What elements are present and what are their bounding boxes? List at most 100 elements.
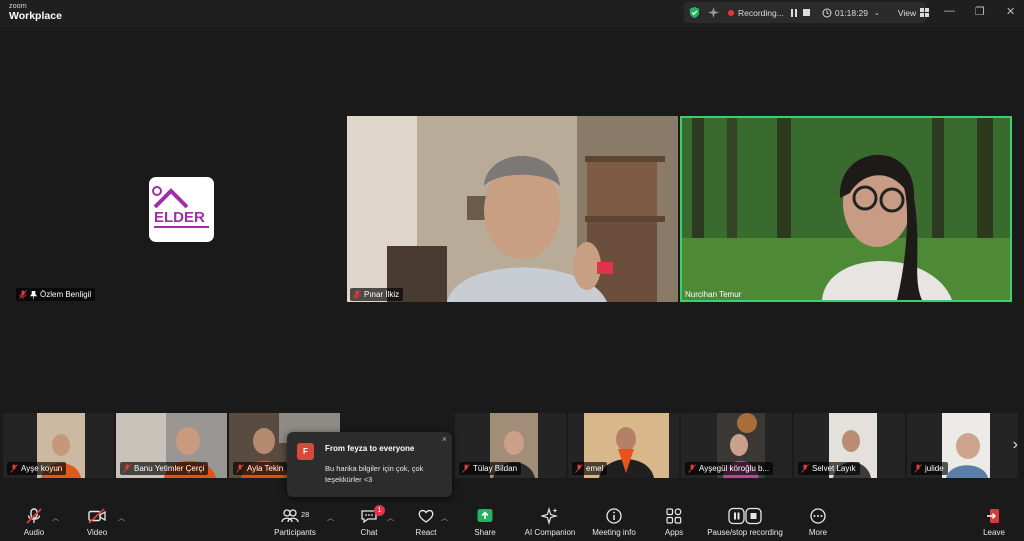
chevron-right-icon[interactable]: › (1013, 436, 1018, 454)
thumbnail-tile[interactable]: Selvet Layık (794, 413, 905, 478)
muted-mic-icon (10, 464, 18, 473)
participant-name-tag: Özlem Benligil (16, 288, 96, 301)
participant-name-tag: julide (911, 462, 948, 475)
ai-companion-label: AI Companion (524, 528, 576, 537)
pause-recording-icon[interactable] (790, 8, 798, 17)
chat-message: Bu harika bilgiler için çok, çok teşekkü… (325, 464, 424, 484)
muted-mic-icon (353, 290, 361, 299)
ai-companion-button[interactable]: AI Companion (522, 507, 578, 537)
chat-button[interactable]: 1 Chat (355, 505, 385, 537)
brand-large: Workplace (9, 10, 62, 22)
participant-logo: ELDER (149, 177, 214, 242)
audio-label: Audio (23, 528, 45, 537)
thumbnail-tile[interactable]: Ayşegül köroğlu b... (681, 413, 792, 478)
thumbnail-tile[interactable]: Banu Yetimler Çerçi (116, 413, 227, 478)
close-icon[interactable]: × (442, 434, 447, 444)
share-screen-icon (477, 509, 493, 522)
grid-view-icon[interactable] (920, 8, 930, 17)
participant-name: Nurcihan Temur (685, 290, 742, 299)
minimize-icon[interactable]: — (944, 5, 955, 17)
gallery-strip: Ayşe koyun Banu Yetimler Çerçi Ayla Teki… (0, 406, 1024, 484)
ai-sparkle-icon (541, 507, 559, 525)
leave-button[interactable]: Leave (980, 507, 1008, 537)
participant-name: Özlem Benligil (40, 290, 92, 299)
pause-stop-recording-icon (728, 507, 762, 525)
participant-name-tag: emel (572, 462, 608, 475)
sender-avatar: F (297, 443, 314, 460)
muted-mic-icon (123, 464, 131, 473)
chat-notification[interactable]: F From feyza to everyone Bu harika bilgi… (287, 432, 452, 497)
participants-button[interactable]: 28 Participants (272, 507, 318, 537)
participant-name-tag: Ayla Tekin (233, 462, 288, 475)
shield-icon[interactable] (688, 6, 701, 19)
muted-mic-icon (801, 464, 809, 473)
more-label: More (808, 528, 828, 537)
pause-stop-recording-button[interactable]: Pause/stop recording (704, 507, 786, 537)
apps-icon (666, 508, 682, 524)
participant-name: emel (586, 464, 604, 473)
pin-icon (30, 290, 37, 299)
stop-recording-icon[interactable] (802, 9, 810, 16)
clock-icon (822, 8, 832, 17)
thumbnail-tile[interactable]: Tülay Bildan (455, 413, 566, 478)
video-tile-nurcihan-active[interactable] (680, 116, 1012, 302)
thumbnail-tile[interactable]: Ayşe koyun (3, 413, 114, 478)
participants-count: 28 (301, 510, 309, 519)
restore-icon[interactable]: ❐ (975, 5, 985, 18)
share-button[interactable]: Share (471, 507, 499, 537)
react-button[interactable]: React (412, 507, 440, 537)
chevron-up-icon[interactable]: ︿ (387, 513, 394, 523)
brand-small: zoom (9, 3, 27, 10)
chevron-up-icon[interactable]: ︿ (327, 513, 334, 523)
chevron-up-icon[interactable]: ︿ (52, 513, 59, 523)
chat-label: Chat (360, 528, 378, 537)
participant-name: Selvet Layık (812, 464, 856, 473)
participant-name-tag: Pınar İlkiz (350, 288, 404, 301)
react-label: React (415, 528, 437, 537)
pause-recording-label: Pause/stop recording (707, 528, 783, 537)
chat-sender: From feyza to everyone (325, 444, 415, 453)
muted-mic-icon (914, 464, 922, 473)
zoom-brand-logo: zoom Workplace (9, 3, 62, 22)
title-bar: zoom Workplace Recording... 01:18:29 ⌄ V… (0, 0, 1024, 27)
ai-sparkle-icon[interactable] (708, 7, 719, 18)
participant-name: Ayşe koyun (21, 464, 63, 473)
audio-button[interactable]: Audio (17, 507, 51, 537)
participant-name-tag: Nurcihan Temur (682, 288, 745, 301)
muted-mic-icon (236, 464, 244, 473)
recording-bar: Recording... 01:18:29 ⌄ View (684, 2, 930, 23)
muted-mic-icon (575, 464, 583, 473)
meeting-timer: 01:18:29 (834, 7, 868, 18)
muted-mic-icon (26, 508, 42, 524)
apps-button[interactable]: Apps (660, 507, 688, 537)
chevron-up-icon[interactable]: ︿ (441, 513, 448, 523)
meeting-info-label: Meeting info (592, 528, 636, 537)
participant-name-tag: Ayşe koyun (7, 462, 67, 475)
muted-mic-icon (462, 464, 470, 473)
participant-name-tag: Selvet Layık (798, 462, 860, 475)
participant-name-tag: Banu Yetimler Çerçi (120, 462, 209, 475)
video-tile-pinar[interactable] (347, 116, 678, 302)
muted-mic-icon (19, 290, 27, 299)
view-button[interactable]: View (898, 8, 916, 18)
more-button[interactable]: More (804, 507, 832, 537)
chevron-down-icon[interactable]: ⌄ (874, 9, 880, 17)
participant-name: Banu Yetimler Çerçi (134, 464, 205, 473)
participant-name: julide (925, 464, 944, 473)
close-window-icon[interactable]: ✕ (1006, 5, 1015, 18)
participant-name: Tülay Bildan (473, 464, 518, 473)
recording-status: Recording... (738, 7, 784, 18)
participant-name: Ayşegül köroğlu b... (699, 464, 770, 473)
participants-icon: 28 (281, 509, 309, 523)
participants-label: Participants (274, 528, 316, 537)
more-icon (810, 508, 826, 524)
meeting-toolbar: Audio ︿ Video ︿ 28 Participants ︿ 1 Chat… (0, 503, 1024, 541)
share-label: Share (474, 528, 496, 537)
thumbnail-tile[interactable]: julide (907, 413, 1018, 478)
info-icon (606, 508, 622, 524)
meeting-info-button[interactable]: Meeting info (589, 507, 639, 537)
thumbnail-tile[interactable]: emel (568, 413, 679, 478)
recording-dot-icon (728, 9, 734, 16)
chevron-up-icon[interactable]: ︿ (118, 513, 125, 523)
video-button[interactable]: Video (80, 507, 114, 537)
